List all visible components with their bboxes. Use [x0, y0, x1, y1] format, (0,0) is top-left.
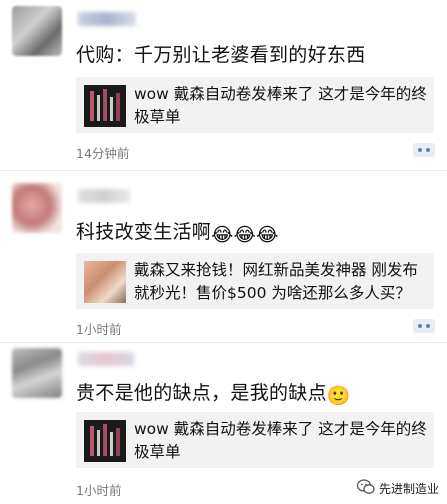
laughing-emoji-icon: 😂 [233, 224, 257, 246]
more-icon[interactable] [413, 319, 435, 333]
divider [0, 170, 447, 171]
curling-iron-icon [84, 85, 126, 127]
post-text: 贵不是他的缺点，是我的缺点🙂 [76, 378, 351, 407]
post-text: 科技改变生活啊😂😂😂 [76, 217, 279, 246]
username-blurred[interactable] [78, 12, 136, 26]
post-text-content: 贵不是他的缺点，是我的缺点 [76, 382, 327, 404]
laughing-emoji-icon: 😂 [256, 224, 279, 246]
avatar[interactable] [12, 348, 62, 398]
watermark-text: 先进制造业 [378, 481, 439, 496]
laughing-emoji-icon: 😂 [211, 224, 234, 246]
more-icon[interactable] [413, 143, 435, 157]
shared-article-card[interactable]: wow 戴森自动卷发棒来了 这才是今年的终极草单 [76, 412, 434, 468]
smile-emoji-icon: 🙂 [326, 385, 351, 407]
shared-article-card[interactable]: 戴森又来抢钱！网红新品美发神器 刚发布就秒光！售价$500 为啥还那么多人买？ [76, 253, 434, 309]
shared-article-title: wow 戴森自动卷发棒来了 这才是今年的终极草单 [134, 420, 427, 461]
username-blurred[interactable] [78, 352, 134, 366]
shared-article-card[interactable]: wow 戴森自动卷发棒来了 这才是今年的终极草单 [76, 77, 434, 133]
post-text: 代购：千万别让老婆看到的好东西 [76, 44, 366, 66]
avatar[interactable] [12, 6, 62, 56]
post-time: 14分钟前 [76, 146, 130, 161]
post-text-content: 科技改变生活啊 [76, 221, 212, 243]
watermark: 先进制造业 [356, 478, 439, 498]
post-time: 1小时前 [76, 322, 122, 337]
article-thumbnail [84, 261, 126, 303]
avatar[interactable] [12, 183, 62, 233]
curling-iron-icon [84, 420, 126, 462]
divider [0, 342, 447, 343]
wechat-logo-icon [356, 478, 375, 498]
post-time: 1小时前 [76, 483, 122, 498]
username-blurred[interactable] [78, 189, 130, 203]
shared-article-title: 戴森又来抢钱！网红新品美发神器 刚发布就秒光！售价$500 为啥还那么多人买？ [134, 261, 418, 302]
shared-article-title: wow 戴森自动卷发棒来了 这才是今年的终极草单 [134, 85, 427, 126]
